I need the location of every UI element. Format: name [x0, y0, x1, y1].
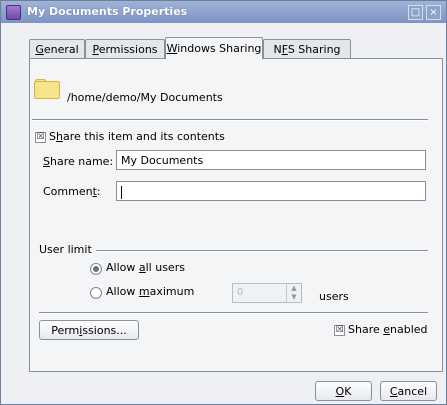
cancel-button[interactable]: Cancel: [380, 381, 437, 401]
allow-maximum-radio[interactable]: [90, 287, 102, 299]
maximum-users-value: 0: [237, 287, 244, 298]
allow-maximum-label: Allow maximum: [106, 285, 195, 298]
tab-general[interactable]: General: [29, 39, 85, 59]
comment-input[interactable]: [116, 181, 426, 201]
properties-window: My Documents Properties □ × General Perm…: [0, 0, 447, 405]
folder-properties-icon: [6, 5, 21, 20]
ok-button[interactable]: OK: [315, 381, 372, 401]
maximum-users-spinbox[interactable]: 0 ▲ ▼: [232, 283, 302, 303]
divider: [32, 119, 428, 121]
spin-arrows[interactable]: ▲ ▼: [286, 284, 301, 302]
tab-windows-sharing[interactable]: Windows Sharing: [165, 37, 263, 59]
title-bar[interactable]: My Documents Properties □ ×: [1, 1, 446, 23]
bottom-divider: [39, 312, 428, 314]
share-name-input[interactable]: My Documents: [116, 150, 426, 170]
user-limit-group-label: User limit: [39, 243, 92, 256]
share-enabled-checkbox[interactable]: ☒: [334, 325, 345, 336]
folder-path: /home/demo/My Documents: [67, 91, 223, 104]
allow-all-users-radio[interactable]: [90, 263, 102, 275]
share-enabled-label: Share enabled: [348, 323, 428, 336]
comment-label: Comment:: [43, 185, 101, 198]
share-item-checkbox[interactable]: ☒: [35, 132, 46, 143]
spin-down-icon[interactable]: ▼: [287, 293, 301, 302]
user-limit-divider: [96, 250, 428, 252]
tab-nfs-sharing[interactable]: NFS Sharing: [263, 39, 351, 59]
users-label: users: [319, 290, 349, 303]
allow-all-users-label: Allow all users: [106, 261, 185, 274]
folder-icon: [34, 79, 60, 99]
permissions-button[interactable]: Permissions...: [39, 320, 139, 340]
share-name-label: Share name:: [43, 155, 114, 168]
minimize-button[interactable]: □: [408, 5, 423, 20]
share-item-label: Share this item and its contents: [49, 130, 225, 143]
close-button[interactable]: ×: [426, 5, 441, 20]
spin-up-icon[interactable]: ▲: [287, 284, 301, 293]
window-title: My Documents Properties: [27, 5, 188, 18]
tab-permissions[interactable]: Permissions: [85, 39, 165, 59]
text-cursor: [121, 185, 122, 199]
